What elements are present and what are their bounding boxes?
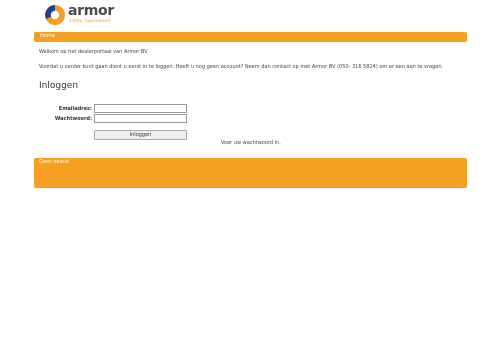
armor-logo-icon	[45, 5, 65, 25]
email-row: Emailadres:	[39, 104, 239, 114]
nav-home-link[interactable]: Home	[40, 33, 55, 39]
password-row: Wachtwoord:	[39, 114, 239, 124]
login-button[interactable]: Inloggen	[94, 130, 187, 140]
armor-logo[interactable]: armor safety. Guaranteed.	[44, 3, 124, 26]
welcome-text: Welkom op het dealerportaal van Armor BV…	[39, 49, 149, 55]
footer-bar: Geen sessie	[34, 158, 467, 188]
logo-tagline: safety. Guaranteed.	[69, 19, 112, 24]
login-title: Inloggen	[39, 81, 79, 91]
password-label: Wachtwoord:	[54, 116, 92, 122]
instructions-text: Voordat u verder kunt gaan dient u eerst…	[39, 64, 444, 70]
email-label: Emailadres:	[58, 106, 92, 112]
password-message: Voer uw wachtwoord in.	[221, 140, 281, 146]
session-status: Geen sessie	[39, 159, 70, 165]
top-navbar: Home	[34, 32, 467, 42]
email-field[interactable]	[94, 104, 187, 113]
logo-wordmark: armor	[68, 3, 114, 19]
password-field[interactable]	[94, 114, 187, 123]
